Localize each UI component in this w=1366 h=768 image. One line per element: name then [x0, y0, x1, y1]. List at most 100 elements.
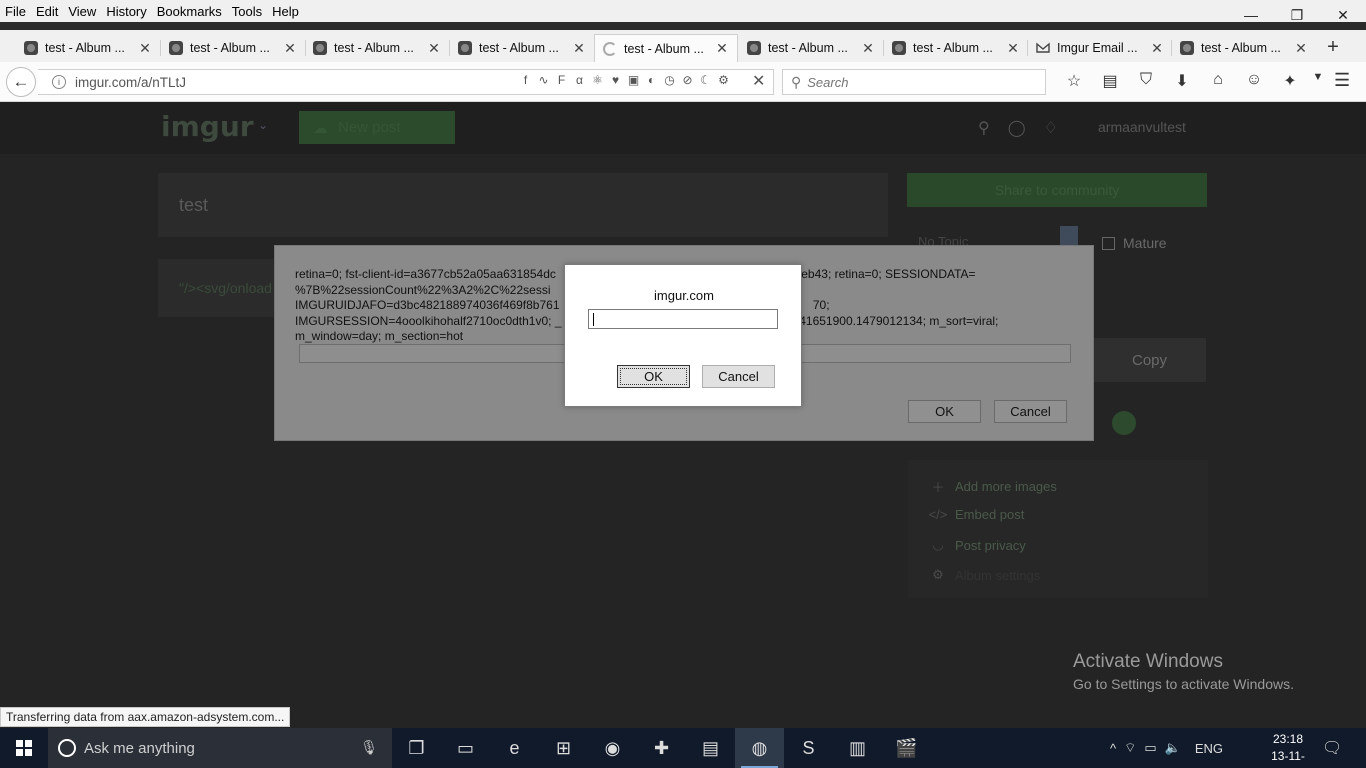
- start-button[interactable]: [0, 728, 48, 768]
- embed-post-item[interactable]: </> Embed post: [928, 507, 1025, 522]
- mature-checkbox[interactable]: Mature: [1102, 235, 1167, 251]
- microphone-icon[interactable]: 🎙: [360, 739, 378, 756]
- language-indicator[interactable]: ENG: [1195, 741, 1223, 756]
- facebook-icon[interactable]: f: [518, 73, 533, 88]
- menu-file[interactable]: File: [0, 4, 31, 19]
- url-text[interactable]: imgur.com/a/nTLtJ: [75, 75, 186, 90]
- username-menu[interactable]: armaanvultest: [1098, 119, 1186, 135]
- twitter-icon[interactable]: ♥: [608, 73, 623, 88]
- prompt-input[interactable]: [588, 309, 778, 329]
- menu-tools[interactable]: Tools: [227, 4, 267, 19]
- download-icon[interactable]: ⬇: [1164, 71, 1200, 91]
- pocket-icon[interactable]: ⛉: [1128, 71, 1164, 91]
- tab[interactable]: test - Album ... ✕: [16, 34, 160, 62]
- post-privacy-item[interactable]: ◡ Post privacy: [928, 537, 1025, 553]
- close-tab-icon[interactable]: ✕: [1294, 40, 1308, 57]
- menu-view[interactable]: View: [63, 4, 101, 19]
- copy-button[interactable]: Copy: [1093, 338, 1206, 382]
- close-tab-icon[interactable]: ✕: [138, 40, 152, 57]
- tab[interactable]: test - Album ... ✕: [739, 34, 883, 62]
- site-info-icon[interactable]: i: [52, 75, 66, 89]
- tab[interactable]: test - Album ... ✕: [884, 34, 1028, 62]
- sublime-icon[interactable]: S: [784, 728, 833, 768]
- tab[interactable]: test - Album ... ✕: [161, 34, 305, 62]
- close-tab-icon[interactable]: ✕: [861, 40, 875, 57]
- smiley-icon[interactable]: ☺: [1236, 71, 1272, 91]
- video-icon[interactable]: 🎬: [882, 728, 931, 768]
- tab[interactable]: Imgur Email ... ✕: [1028, 34, 1172, 62]
- add-more-images-item[interactable]: ＋ Add more images: [928, 477, 1056, 496]
- gear-icon[interactable]: ⚙: [716, 73, 731, 88]
- close-tab-icon[interactable]: ✕: [572, 40, 586, 57]
- chat-icon[interactable]: ◯: [1008, 118, 1026, 138]
- lightning-icon[interactable]: ⊘: [680, 73, 695, 88]
- app-icon[interactable]: ✚: [637, 728, 686, 768]
- album-description[interactable]: "/><svg/onload: [179, 280, 272, 296]
- file-explorer-icon[interactable]: ▭: [441, 728, 490, 768]
- store-icon[interactable]: ⊞: [539, 728, 588, 768]
- album-settings-item[interactable]: ⚙ Album settings: [928, 567, 1040, 583]
- reading-list-icon[interactable]: ▤: [1092, 71, 1128, 91]
- tab-active[interactable]: test - Album ... ✕: [594, 34, 738, 62]
- search-box[interactable]: ⚲: [782, 69, 1046, 95]
- search-icon[interactable]: ⚲: [978, 118, 990, 138]
- battery-icon[interactable]: ▭: [1144, 740, 1156, 756]
- new-post-button[interactable]: ☁ New post: [299, 111, 455, 144]
- stop-icon[interactable]: ✕: [752, 71, 765, 91]
- tab[interactable]: test - Album ... ✕: [305, 34, 449, 62]
- menu-history[interactable]: History: [101, 4, 151, 19]
- bg-cancel-button[interactable]: Cancel: [994, 400, 1067, 423]
- menu-edit[interactable]: Edit: [31, 4, 63, 19]
- album-title[interactable]: test: [179, 195, 208, 216]
- menu-hamburger-icon[interactable]: ☰: [1334, 70, 1350, 91]
- close-tab-icon[interactable]: ✕: [1006, 40, 1020, 57]
- tab[interactable]: test - Album ... ✕: [1172, 34, 1316, 62]
- screen-icon[interactable]: ▣: [626, 73, 641, 88]
- back-button[interactable]: ←: [6, 67, 36, 97]
- menu-help[interactable]: Help: [267, 4, 304, 19]
- home-icon[interactable]: ⌂: [1200, 71, 1236, 91]
- close-window-button[interactable]: ✕: [1320, 0, 1366, 30]
- new-tab-button[interactable]: +: [1320, 36, 1346, 60]
- close-tab-icon[interactable]: ✕: [283, 40, 297, 57]
- cancel-button[interactable]: Cancel: [702, 365, 775, 388]
- menu-bookmarks[interactable]: Bookmarks: [152, 4, 227, 19]
- clock-icon[interactable]: ◷: [662, 73, 677, 88]
- edge-icon[interactable]: e: [490, 728, 539, 768]
- share-circle-icon[interactable]: [1112, 411, 1136, 435]
- notification-icon[interactable]: 🗨: [1322, 738, 1342, 758]
- close-tab-icon[interactable]: ✕: [1150, 40, 1164, 57]
- alpha-icon[interactable]: α: [572, 73, 587, 88]
- zip-icon[interactable]: ▥: [833, 728, 882, 768]
- chevron-up-icon[interactable]: ^: [1110, 741, 1116, 756]
- topic-dropdown-icon[interactable]: [1060, 226, 1078, 246]
- clock[interactable]: 23:18 13-11-2016: [1258, 731, 1318, 768]
- terminal-icon[interactable]: ▤: [686, 728, 735, 768]
- imgur-logo[interactable]: imgur: [161, 110, 254, 143]
- restore-button[interactable]: ❐: [1274, 0, 1320, 30]
- chrome-icon[interactable]: ◉: [588, 728, 637, 768]
- half-circle-icon[interactable]: ◐: [644, 73, 659, 88]
- ok-button[interactable]: OK: [617, 365, 690, 388]
- chart-icon[interactable]: ∿: [536, 73, 551, 88]
- bg-ok-button[interactable]: OK: [908, 400, 981, 423]
- tab[interactable]: test - Album ... ✕: [450, 34, 594, 62]
- extension-icon[interactable]: ✦: [1272, 71, 1308, 91]
- search-input[interactable]: [807, 74, 1008, 90]
- dropdown-icon[interactable]: ▼: [1308, 71, 1328, 91]
- volume-icon[interactable]: 🔈: [1165, 740, 1181, 756]
- minimize-button[interactable]: —: [1228, 0, 1274, 30]
- bell-icon[interactable]: ♢: [1044, 118, 1058, 138]
- task-view-icon[interactable]: ❐: [392, 728, 441, 768]
- firefox-icon[interactable]: ◍: [735, 728, 784, 768]
- chevron-down-icon[interactable]: ⌄: [258, 118, 268, 132]
- share-to-community-button[interactable]: Share to community: [907, 173, 1207, 207]
- cortana-search-box[interactable]: Ask me anything 🎙: [48, 728, 392, 768]
- fonts-icon[interactable]: F: [554, 73, 569, 88]
- moon-icon[interactable]: ☾: [698, 73, 713, 88]
- bookmark-star-icon[interactable]: ☆: [1056, 71, 1092, 91]
- wifi-icon[interactable]: ⌔: [1124, 740, 1136, 756]
- react-icon[interactable]: ⚛: [590, 73, 605, 88]
- close-tab-icon[interactable]: ✕: [427, 40, 441, 57]
- close-tab-icon[interactable]: ✕: [715, 40, 729, 57]
